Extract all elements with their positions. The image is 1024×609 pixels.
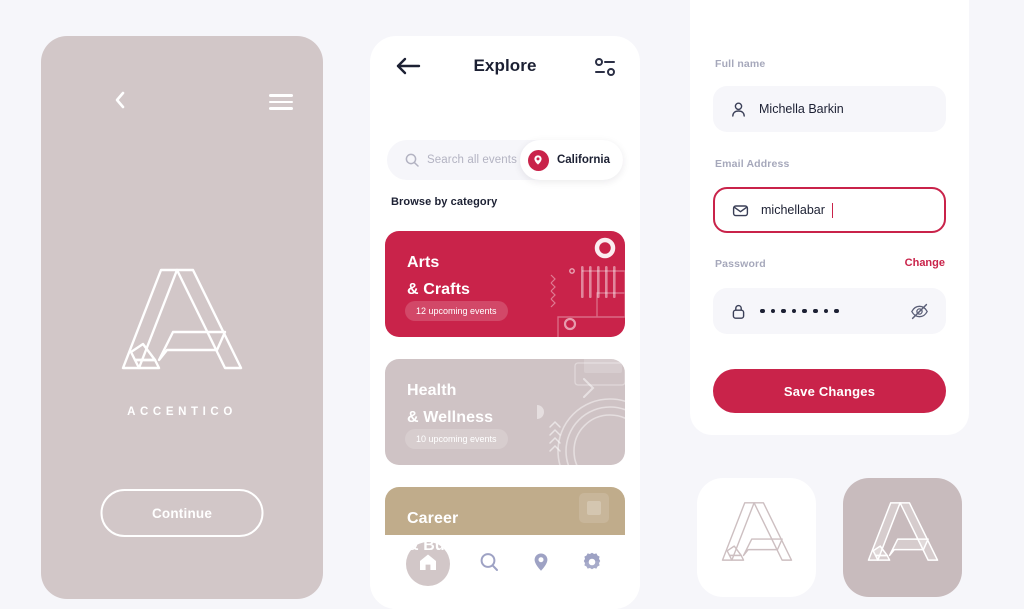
text-cursor (831, 202, 834, 218)
category-card-arts-crafts[interactable]: Arts & Crafts 12 upcoming events (385, 231, 625, 337)
location-chip-label: California (556, 154, 610, 166)
brand-block: ACCENTICO (41, 264, 323, 418)
accentico-logo-icon (719, 499, 795, 576)
category-title: Arts & Crafts (407, 249, 470, 303)
accentico-logo-icon (117, 264, 247, 386)
category-event-count-badge: 10 upcoming events (405, 429, 508, 449)
category-title-line2: & Wellness (407, 409, 494, 426)
explore-header: Explore (370, 36, 640, 98)
location-pin-icon (527, 149, 549, 171)
location-filter-chip[interactable]: California (519, 140, 623, 180)
browse-by-category-heading: Browse by category (391, 196, 498, 208)
email-value: michellabar (761, 203, 825, 217)
category-title: Health & Wellness (407, 377, 493, 431)
user-icon (730, 101, 747, 118)
lock-icon (730, 303, 747, 320)
password-field[interactable] (713, 288, 946, 334)
email-label: Email Address (715, 158, 790, 170)
hamburger-menu-icon[interactable] (269, 94, 293, 110)
logo-tile-light[interactable] (697, 478, 816, 597)
brand-name-text: ACCENTICO (127, 406, 237, 418)
explore-screen-mockup: Explore Search all events California Bro… (370, 36, 640, 609)
email-field[interactable]: michellabar (713, 187, 946, 233)
change-password-link[interactable]: Change (905, 257, 945, 269)
category-title: Career & Business (407, 505, 495, 559)
account-settings-form: Full name Michella Barkin Email Address … (690, 0, 969, 435)
category-title-line2: & Crafts (407, 281, 471, 298)
full-name-label: Full name (715, 58, 766, 70)
category-event-count-badge: 12 upcoming events (405, 301, 508, 321)
search-icon (405, 153, 419, 167)
category-title-line1: Career (407, 510, 459, 527)
accentico-logo-icon (865, 499, 941, 576)
back-chevron-icon[interactable] (109, 88, 129, 112)
design-showcase-canvas: ACCENTICO Continue Explore Search all ev… (0, 0, 1024, 609)
search-placeholder-text: Search all events (427, 154, 517, 166)
category-title-line1: Health (407, 382, 457, 399)
continue-button[interactable]: Continue (100, 489, 264, 537)
search-bar[interactable]: Search all events California (387, 140, 623, 180)
category-title-line2: & Business (407, 537, 496, 554)
filter-sliders-icon[interactable] (593, 56, 617, 78)
password-masked-value (760, 308, 839, 314)
password-label: Password (715, 258, 766, 270)
full-name-value: Michella Barkin (759, 102, 844, 116)
save-changes-button[interactable]: Save Changes (713, 369, 946, 413)
logo-tile-dark[interactable] (843, 478, 962, 597)
category-card-health-wellness[interactable]: Health & Wellness 10 upcoming events (385, 359, 625, 465)
envelope-icon (732, 202, 749, 219)
category-card-career-business[interactable]: Career & Business (385, 487, 625, 593)
full-name-field[interactable]: Michella Barkin (713, 86, 946, 132)
splash-screen-mockup: ACCENTICO Continue (41, 36, 323, 599)
eye-off-icon[interactable] (910, 302, 929, 321)
category-title-line1: Arts (407, 254, 440, 271)
